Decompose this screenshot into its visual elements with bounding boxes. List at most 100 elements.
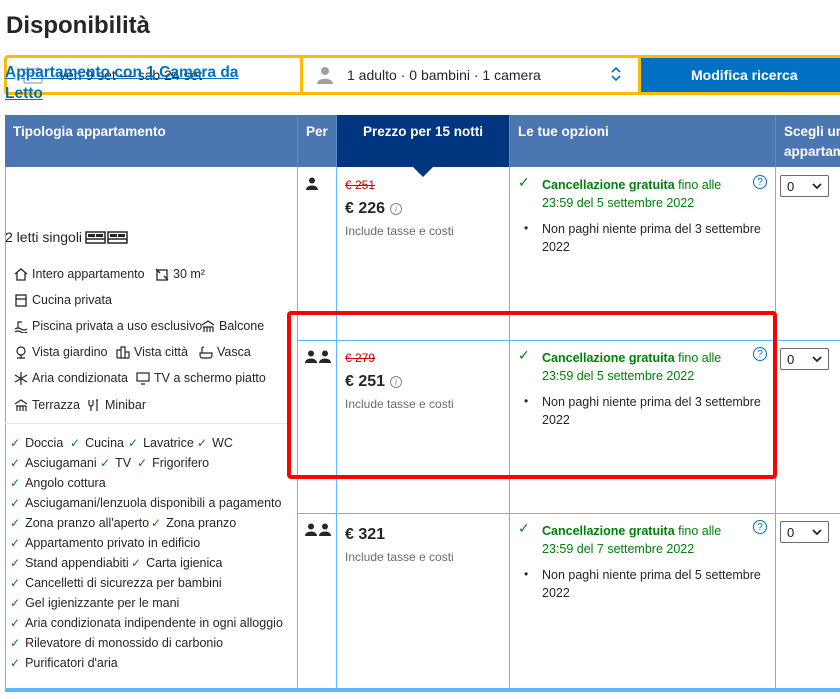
area-icon: [155, 268, 169, 281]
help-icon[interactable]: ?: [753, 520, 767, 534]
minibar-icon: [88, 398, 98, 411]
bed-info: 2 letti singoli: [5, 229, 129, 245]
tv-icon: [136, 371, 150, 385]
kitchen-icon: [15, 293, 27, 307]
checkmark-icon: ✓: [10, 576, 21, 590]
amenity-item: ✓ TV: [100, 456, 132, 470]
facility-item: TV a schermo piatto: [136, 371, 266, 385]
garden-icon: [16, 345, 26, 359]
cancellation-info: Cancellazione gratuita fino alle 23:59 de…: [542, 524, 722, 556]
modify-search-button[interactable]: Modifica ricerca: [641, 58, 840, 92]
header-per: Per: [298, 115, 337, 167]
bed-label: 2 letti singoli: [5, 229, 83, 245]
amenity-item: ✓ Gel igienizzante per le mani: [10, 596, 180, 610]
person-icon: [317, 67, 333, 84]
facility-item: 30 m²: [155, 267, 205, 281]
checkmark-icon: ✓: [10, 496, 21, 510]
facility-item: Cucina privata: [14, 293, 112, 307]
price: € 226 i: [345, 200, 403, 218]
guest-selector[interactable]: 1 adulto · 0 bambini · 1 camera: [303, 58, 638, 92]
quantity-select[interactable]: 0: [780, 521, 829, 543]
amenity-item: ✓ Rilevatore di monossido di carbonio: [10, 636, 224, 650]
quantity-select[interactable]: 0: [780, 175, 829, 197]
checkmark-icon: ✓: [10, 536, 21, 550]
chevron-down-icon: [812, 529, 822, 536]
quantity-select[interactable]: 0: [780, 348, 829, 370]
checkmark-icon: ✓: [137, 456, 148, 470]
checkmark-icon: ✓: [10, 656, 21, 670]
price: € 321: [345, 526, 386, 543]
amenity-item: ✓ Lavatrice: [128, 436, 194, 450]
amenity-item: ✓ Aria condizionata indipendente in ogni …: [10, 616, 283, 630]
checkmark-icon: ✓: [197, 436, 208, 450]
house-icon: [14, 267, 28, 281]
facility-item: Intero appartamento: [14, 267, 145, 281]
payment-note: Non paghi niente prima del 3 settembre 2…: [542, 222, 761, 254]
balcony-icon: [201, 319, 215, 332]
facility-item: Vista giardino: [14, 345, 108, 359]
row-divider: [297, 513, 840, 514]
cancellation-info: Cancellazione gratuita fino alle 23:59 de…: [542, 178, 722, 210]
room-name-link[interactable]: Appartamento con 1 Camera da Letto: [5, 62, 265, 104]
terrace-icon: [14, 398, 28, 411]
price-note: Include tasse e costi: [345, 550, 454, 564]
divider: [5, 423, 287, 424]
amenity-item: ✓ Asciugamani/lenzuola disponibili a paga…: [10, 496, 282, 510]
facility-item: Minibar: [87, 398, 146, 412]
check-icon: ✓: [518, 520, 530, 536]
highlight-box: [287, 311, 777, 479]
header-type: Tipologia appartamento: [5, 115, 298, 167]
checkmark-icon: ✓: [10, 476, 21, 490]
help-icon[interactable]: ?: [753, 175, 767, 189]
amenity-item: ✓ Frigorifero: [137, 456, 210, 470]
city-icon: [116, 345, 130, 359]
one-person-icon: [306, 177, 318, 190]
amenity-item: ✓ Stand appendiabiti: [10, 556, 129, 570]
check-icon: ✓: [518, 174, 530, 190]
info-icon[interactable]: i: [390, 203, 403, 215]
facility-item: Aria condizionata: [14, 371, 128, 385]
snowflake-icon: [14, 371, 28, 385]
amenity-item: ✓ WC: [197, 436, 233, 450]
bullet: •: [524, 567, 529, 581]
checkmark-icon: ✓: [10, 436, 21, 450]
facility-item: Vista città: [116, 345, 188, 359]
payment-note: Non paghi niente prima del 5 settembre 2…: [542, 568, 761, 600]
checkmark-icon: ✓: [10, 636, 21, 650]
chevron-down-icon: [812, 356, 822, 363]
checkmark-icon: ✓: [151, 516, 162, 530]
amenity-item: ✓ Carta igienica: [131, 556, 223, 570]
facility-item: Piscina privata a uso esclusivo: [14, 319, 202, 333]
amenity-item: ✓ Zona pranzo: [151, 516, 237, 530]
checkmark-icon: ✓: [10, 556, 21, 570]
amenity-item: ✓ Angolo cottura: [10, 476, 106, 490]
table-bottom-border: [5, 688, 840, 692]
checkmark-icon: ✓: [10, 616, 21, 630]
amenity-item: ✓ Doccia: [10, 436, 64, 450]
header-price: Prezzo per 15 notti: [337, 115, 510, 177]
bullet: •: [524, 221, 529, 235]
checkmark-icon: ✓: [10, 516, 21, 530]
column-divider: [5, 167, 6, 689]
price-note: Include tasse e costi: [345, 224, 454, 238]
checkmark-icon: ✓: [100, 456, 111, 470]
bathtub-icon: [199, 345, 213, 359]
old-price: € 251: [345, 178, 376, 192]
pool-icon: [14, 320, 28, 333]
facility-item: Vasca: [199, 345, 251, 359]
checkmark-icon: ✓: [10, 456, 21, 470]
header-choose: Scegli un appartam: [776, 115, 840, 167]
two-persons-icon: [305, 523, 331, 536]
checkmark-icon: ✓: [70, 436, 81, 450]
facility-item: Terrazza: [14, 398, 80, 412]
amenity-item: ✓ Zona pranzo all'aperto: [10, 516, 150, 530]
checkmark-icon: ✓: [128, 436, 139, 450]
chevron-down-icon: [812, 183, 822, 190]
amenity-item: ✓ Purificatori d'aria: [10, 656, 118, 670]
header-options: Le tue opzioni: [510, 115, 776, 167]
chevron-updown-icon: [611, 66, 621, 82]
checkmark-icon: ✓: [10, 596, 21, 610]
guest-summary: 1 adulto · 0 bambini · 1 camera: [347, 67, 541, 83]
facility-item: Balcone: [201, 319, 264, 333]
checkmark-icon: ✓: [131, 556, 142, 570]
